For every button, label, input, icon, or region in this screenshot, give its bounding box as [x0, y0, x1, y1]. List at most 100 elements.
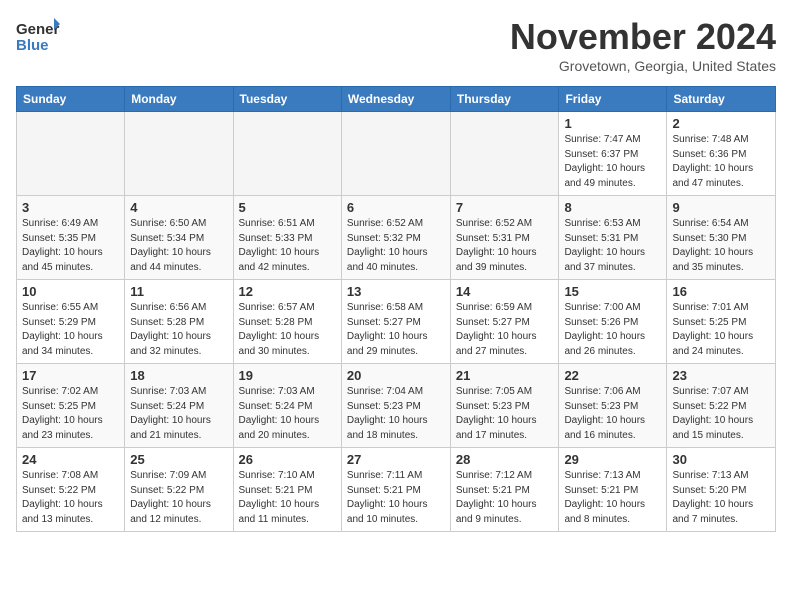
calendar-cell: 25Sunrise: 7:09 AM Sunset: 5:22 PM Dayli…	[125, 448, 233, 532]
calendar-cell: 12 Sunrise: 6:57 AM Sunset: 5:28 PM Dayli…	[233, 280, 341, 364]
day-info: Sunrise: 6:53 AM Sunset: 5:31 PM Dayligh…	[564, 217, 661, 275]
logo: General Blue	[16, 16, 60, 56]
day-number: 17	[22, 368, 119, 383]
calendar-week-3: 10Sunrise: 6:55 AM Sunset: 5:29 PM Dayli…	[17, 280, 776, 364]
day-number: 2	[672, 116, 770, 131]
calendar-cell: 24 Sunrise: 7:08 AM Sunset: 5:22 PM Dayli…	[17, 448, 125, 532]
calendar-cell	[233, 112, 341, 196]
calendar-cell: 14 Sunrise: 6:59 AM Sunset: 5:27 PM Dayli…	[450, 280, 559, 364]
calendar-cell: 27 Sunrise: 7:11 AM Sunset: 5:21 PM Dayli…	[341, 448, 450, 532]
day-info: Sunrise: 7:05 AM Sunset: 5:23 PM Dayligh…	[456, 385, 554, 443]
calendar-week-1: 1 Sunrise: 7:47 AM Sunset: 6:37 PM Daylig…	[17, 112, 776, 196]
day-number: 14	[456, 284, 554, 299]
calendar-cell: 19Sunrise: 7:03 AM Sunset: 5:24 PM Dayli…	[233, 364, 341, 448]
page-header: General Blue November 2024 Grovetown, Ge…	[16, 16, 776, 74]
calendar-cell: 2 Sunrise: 7:48 AM Sunset: 6:36 PM Daylig…	[667, 112, 776, 196]
day-info: Sunrise: 6:49 AM Sunset: 5:35 PM Dayligh…	[22, 217, 119, 275]
month-title: November 2024	[510, 16, 776, 58]
day-info: Sunrise: 7:47 AM Sunset: 6:37 PM Dayligh…	[564, 133, 661, 191]
calendar-table: SundayMondayTuesdayWednesdayThursdayFrid…	[16, 86, 776, 532]
day-number: 1	[564, 116, 661, 131]
calendar-cell: 18 Sunrise: 7:03 AM Sunset: 5:24 PM Dayli…	[125, 364, 233, 448]
weekday-header-monday: Monday	[125, 87, 233, 112]
calendar-cell: 9 Sunrise: 6:54 AM Sunset: 5:30 PM Daylig…	[667, 196, 776, 280]
day-info: Sunrise: 6:57 AM Sunset: 5:28 PM Dayligh…	[239, 301, 336, 359]
calendar-cell: 20Sunrise: 7:04 AM Sunset: 5:23 PM Dayli…	[341, 364, 450, 448]
day-number: 29	[564, 452, 661, 467]
day-info: Sunrise: 7:03 AM Sunset: 5:24 PM Dayligh…	[130, 385, 227, 443]
day-number: 18	[130, 368, 227, 383]
weekday-header-sunday: Sunday	[17, 87, 125, 112]
calendar-cell	[17, 112, 125, 196]
calendar-cell: 10Sunrise: 6:55 AM Sunset: 5:29 PM Dayli…	[17, 280, 125, 364]
day-info: Sunrise: 7:12 AM Sunset: 5:21 PM Dayligh…	[456, 469, 554, 527]
calendar-header-row: SundayMondayTuesdayWednesdayThursdayFrid…	[17, 87, 776, 112]
calendar-week-4: 17 Sunrise: 7:02 AM Sunset: 5:25 PM Dayli…	[17, 364, 776, 448]
calendar-cell: 17 Sunrise: 7:02 AM Sunset: 5:25 PM Dayli…	[17, 364, 125, 448]
calendar-cell: 13 Sunrise: 6:58 AM Sunset: 5:27 PM Dayli…	[341, 280, 450, 364]
svg-text:Blue: Blue	[16, 37, 49, 54]
day-info: Sunrise: 7:13 AM Sunset: 5:20 PM Dayligh…	[672, 469, 770, 527]
calendar-cell: 16Sunrise: 7:01 AM Sunset: 5:25 PM Dayli…	[667, 280, 776, 364]
day-number: 26	[239, 452, 336, 467]
calendar-cell: 11Sunrise: 6:56 AM Sunset: 5:28 PM Dayli…	[125, 280, 233, 364]
logo-icon: General Blue	[16, 16, 60, 56]
calendar-cell: 3 Sunrise: 6:49 AM Sunset: 5:35 PM Daylig…	[17, 196, 125, 280]
day-number: 27	[347, 452, 445, 467]
day-number: 15	[564, 284, 661, 299]
day-number: 8	[564, 200, 661, 215]
weekday-header-saturday: Saturday	[667, 87, 776, 112]
day-info: Sunrise: 7:11 AM Sunset: 5:21 PM Dayligh…	[347, 469, 445, 527]
calendar-cell: 30 Sunrise: 7:13 AM Sunset: 5:20 PM Dayli…	[667, 448, 776, 532]
svg-text:General: General	[16, 21, 60, 38]
day-number: 19	[239, 368, 336, 383]
day-info: Sunrise: 6:54 AM Sunset: 5:30 PM Dayligh…	[672, 217, 770, 275]
calendar-cell: 15 Sunrise: 7:00 AM Sunset: 5:26 PM Dayli…	[559, 280, 667, 364]
day-info: Sunrise: 7:08 AM Sunset: 5:22 PM Dayligh…	[22, 469, 119, 527]
day-info: Sunrise: 7:48 AM Sunset: 6:36 PM Dayligh…	[672, 133, 770, 191]
weekday-header-tuesday: Tuesday	[233, 87, 341, 112]
calendar-week-2: 3 Sunrise: 6:49 AM Sunset: 5:35 PM Daylig…	[17, 196, 776, 280]
day-number: 5	[239, 200, 336, 215]
calendar-week-5: 24 Sunrise: 7:08 AM Sunset: 5:22 PM Dayli…	[17, 448, 776, 532]
calendar-cell: 1 Sunrise: 7:47 AM Sunset: 6:37 PM Daylig…	[559, 112, 667, 196]
calendar-cell: 7Sunrise: 6:52 AM Sunset: 5:31 PM Daylig…	[450, 196, 559, 280]
day-info: Sunrise: 7:02 AM Sunset: 5:25 PM Dayligh…	[22, 385, 119, 443]
day-number: 30	[672, 452, 770, 467]
day-info: Sunrise: 7:07 AM Sunset: 5:22 PM Dayligh…	[672, 385, 770, 443]
title-area: November 2024 Grovetown, Georgia, United…	[510, 16, 776, 74]
day-number: 13	[347, 284, 445, 299]
calendar-cell	[450, 112, 559, 196]
day-number: 9	[672, 200, 770, 215]
day-number: 22	[564, 368, 661, 383]
day-info: Sunrise: 7:00 AM Sunset: 5:26 PM Dayligh…	[564, 301, 661, 359]
day-info: Sunrise: 7:01 AM Sunset: 5:25 PM Dayligh…	[672, 301, 770, 359]
calendar-cell	[125, 112, 233, 196]
calendar-cell: 6Sunrise: 6:52 AM Sunset: 5:32 PM Daylig…	[341, 196, 450, 280]
day-number: 4	[130, 200, 227, 215]
calendar-cell: 8 Sunrise: 6:53 AM Sunset: 5:31 PM Daylig…	[559, 196, 667, 280]
weekday-header-thursday: Thursday	[450, 87, 559, 112]
day-info: Sunrise: 7:06 AM Sunset: 5:23 PM Dayligh…	[564, 385, 661, 443]
calendar-cell: 28Sunrise: 7:12 AM Sunset: 5:21 PM Dayli…	[450, 448, 559, 532]
day-number: 7	[456, 200, 554, 215]
day-info: Sunrise: 7:13 AM Sunset: 5:21 PM Dayligh…	[564, 469, 661, 527]
calendar-cell: 29 Sunrise: 7:13 AM Sunset: 5:21 PM Dayli…	[559, 448, 667, 532]
day-number: 10	[22, 284, 119, 299]
day-number: 24	[22, 452, 119, 467]
day-info: Sunrise: 6:52 AM Sunset: 5:32 PM Dayligh…	[347, 217, 445, 275]
day-info: Sunrise: 6:56 AM Sunset: 5:28 PM Dayligh…	[130, 301, 227, 359]
weekday-header-wednesday: Wednesday	[341, 87, 450, 112]
day-number: 12	[239, 284, 336, 299]
day-info: Sunrise: 7:10 AM Sunset: 5:21 PM Dayligh…	[239, 469, 336, 527]
day-number: 3	[22, 200, 119, 215]
calendar-cell: 4Sunrise: 6:50 AM Sunset: 5:34 PM Daylig…	[125, 196, 233, 280]
calendar-cell: 21Sunrise: 7:05 AM Sunset: 5:23 PM Dayli…	[450, 364, 559, 448]
weekday-header-friday: Friday	[559, 87, 667, 112]
location: Grovetown, Georgia, United States	[510, 58, 776, 74]
day-info: Sunrise: 6:58 AM Sunset: 5:27 PM Dayligh…	[347, 301, 445, 359]
day-info: Sunrise: 6:59 AM Sunset: 5:27 PM Dayligh…	[456, 301, 554, 359]
day-number: 23	[672, 368, 770, 383]
day-info: Sunrise: 6:51 AM Sunset: 5:33 PM Dayligh…	[239, 217, 336, 275]
calendar-cell: 5 Sunrise: 6:51 AM Sunset: 5:33 PM Daylig…	[233, 196, 341, 280]
